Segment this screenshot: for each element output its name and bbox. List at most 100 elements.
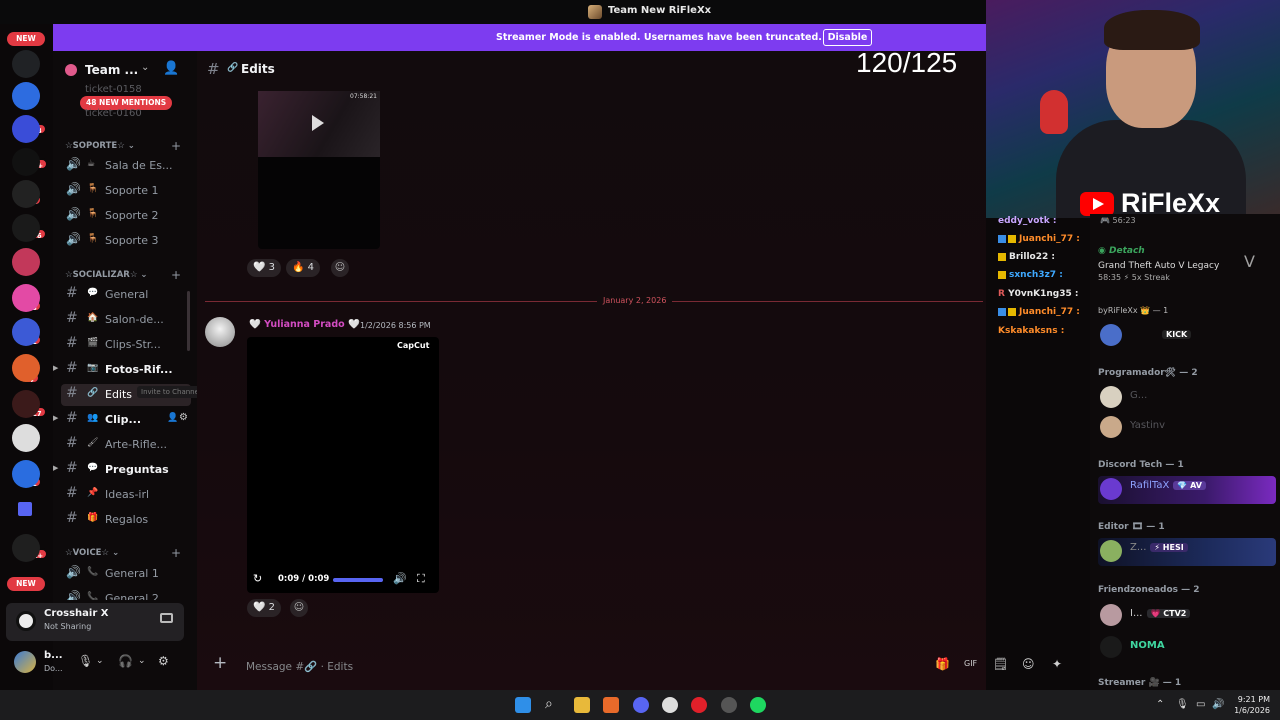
emoji-icon[interactable]: ☺ xyxy=(1022,657,1035,671)
text-channel-clips[interactable]: ▶ # 👥 Clip... 👤 ⚙ xyxy=(53,409,191,431)
chevron-down-icon[interactable]: ⌄ xyxy=(96,656,104,666)
server-icon-12[interactable] xyxy=(12,424,40,452)
add-channel-icon[interactable]: + xyxy=(171,546,181,560)
replay-icon[interactable]: ↻ xyxy=(253,572,262,585)
add-reaction-icon[interactable]: ☺ xyxy=(290,599,308,617)
voice-channel-general-1[interactable]: 🔊 📞 General 1 xyxy=(61,563,191,585)
gear-icon[interactable]: ⚙ xyxy=(179,412,188,423)
server-icon-2[interactable] xyxy=(12,82,40,110)
screen-share-icon[interactable] xyxy=(160,613,173,623)
server-icon-14[interactable] xyxy=(12,534,40,562)
volume-slider[interactable] xyxy=(333,578,383,582)
member-row[interactable]: Yastinv xyxy=(1098,414,1276,442)
chevron-down-icon[interactable]: ⌄ xyxy=(138,656,146,666)
play-icon[interactable] xyxy=(312,115,324,131)
category-voice[interactable]: ☆VOICE☆ ⌄ + xyxy=(65,546,181,560)
apps-icon[interactable]: ✦ xyxy=(1052,657,1062,671)
server-icon-8[interactable] xyxy=(12,284,40,312)
voice-channel-general-2[interactable]: 🔊 📞 General 2 xyxy=(61,588,191,600)
text-channel-general[interactable]: # 💬 General xyxy=(61,284,191,306)
app-icon[interactable] xyxy=(603,697,619,713)
text-channel-fotos[interactable]: ▶ # 📷 Fotos-Rif... xyxy=(53,359,191,381)
server-icon-11[interactable] xyxy=(12,390,40,418)
system-clock[interactable]: 9:21 PM 1/6/2026 xyxy=(1226,694,1270,716)
server-icon-4[interactable] xyxy=(12,148,40,176)
folder-icon[interactable] xyxy=(18,502,32,516)
voice-channel[interactable]: 🔊 ☕ Sala de Es... xyxy=(61,155,191,177)
server-icon-13[interactable] xyxy=(12,460,40,488)
server-icon-1[interactable] xyxy=(12,50,40,78)
fullscreen-icon[interactable]: ⛶ xyxy=(417,572,425,586)
add-reaction-icon[interactable]: ☺ xyxy=(331,259,349,277)
avatar[interactable] xyxy=(205,317,235,347)
add-channel-icon[interactable]: + xyxy=(171,139,181,153)
message-author[interactable]: 🤍 Yulianna Prado 🤍 xyxy=(249,319,360,330)
video-attachment[interactable]: 07:58:21 xyxy=(258,91,380,249)
member-row[interactable]: I... 💗 CTV2 xyxy=(1098,602,1276,630)
expand-arrow-icon[interactable]: ▶ xyxy=(53,364,58,372)
microphone-icon[interactable]: 🎙 xyxy=(78,654,93,668)
voice-channel[interactable]: 🔊 🪑 Soporte 3 xyxy=(61,230,191,252)
category-socializar[interactable]: ☆SOCIALIZAR☆ ⌄ + xyxy=(65,268,181,282)
expand-arrow-icon[interactable]: ▶ xyxy=(53,414,58,422)
start-icon[interactable] xyxy=(515,697,531,713)
text-channel-ideas[interactable]: # 📌 Ideas-irl xyxy=(61,484,191,506)
text-channel-clips-stream[interactable]: # 🎬 Clips-Str... xyxy=(61,334,191,356)
app-icon[interactable] xyxy=(662,697,678,713)
member-row[interactable]: G... xyxy=(1098,384,1276,412)
gear-icon[interactable]: ⚙ xyxy=(158,654,169,668)
message-input[interactable]: Message #🔗 · Edits xyxy=(246,660,353,673)
expand-arrow-icon[interactable]: ▶ xyxy=(53,464,58,472)
member-row[interactable]: Z... ⚡ HESI xyxy=(1098,538,1276,566)
disable-button[interactable]: Disable xyxy=(823,29,872,46)
server-icon-5[interactable] xyxy=(12,180,40,208)
text-channel-salon[interactable]: # 🏠 Salon-de... xyxy=(61,309,191,331)
category-soporte[interactable]: ☆SOPORTE☆ ⌄ + xyxy=(65,139,181,153)
invite-icon[interactable]: 👤 xyxy=(163,61,179,76)
reaction-fire[interactable]: 🔥 4 xyxy=(286,259,321,277)
volume-icon[interactable]: 🔊 xyxy=(393,572,407,585)
microphone-icon[interactable]: 🎙 xyxy=(1176,699,1189,710)
search-icon[interactable]: ⌕ xyxy=(545,696,553,712)
reaction-heart[interactable]: 🤍 2 xyxy=(247,599,282,617)
file-explorer-icon[interactable] xyxy=(574,697,590,713)
avatar[interactable] xyxy=(14,651,36,673)
voice-channel[interactable]: 🔊 🪑 Soporte 1 xyxy=(61,180,191,202)
text-channel-preguntas[interactable]: ▶ # 💬 Preguntas xyxy=(53,459,191,481)
server-icon-9[interactable] xyxy=(12,318,40,346)
gif-icon[interactable]: GIF xyxy=(964,659,977,668)
reaction-heart[interactable]: 🤍 3 xyxy=(247,259,282,277)
member-row[interactable]: KICK xyxy=(1098,322,1276,350)
text-channel-regalos[interactable]: # 🎁 Regalos xyxy=(61,509,191,531)
server-icon-7[interactable] xyxy=(12,248,40,276)
message-composer[interactable]: + Message #🔗 · Edits 🎁 GIF 🗒 ☺ ✦ xyxy=(207,647,1082,683)
app-icon[interactable] xyxy=(721,697,737,713)
discord-icon[interactable] xyxy=(633,697,649,713)
headphones-icon[interactable]: 🎧 xyxy=(118,654,133,668)
monitor-icon[interactable]: ▭ xyxy=(1196,699,1205,710)
spotify-icon[interactable] xyxy=(750,697,766,713)
voice-channel[interactable]: 🔊 🪑 Soporte 2 xyxy=(61,205,191,227)
activity-user[interactable]: ◉ Detach xyxy=(1098,246,1145,256)
chevron-down-icon[interactable]: ⌄ xyxy=(141,62,149,73)
text-channel-arte[interactable]: # 🖌 Arte-Rifle... xyxy=(61,434,191,456)
guild-header[interactable]: Team ... ⌄ 👤 xyxy=(53,51,197,87)
server-icon-6[interactable] xyxy=(12,214,40,242)
video-player[interactable]: CapCut ↻ 0:09 / 0:09 🔊 ⛶ xyxy=(247,337,439,593)
sticker-icon[interactable]: 🗒 xyxy=(993,657,1008,671)
channel-faded[interactable]: ticket-0158 xyxy=(85,84,142,95)
add-channel-icon[interactable]: + xyxy=(171,268,181,282)
chevron-up-icon[interactable]: ⌃ xyxy=(1156,699,1164,710)
channel-faded[interactable]: ticket-0160 xyxy=(85,108,142,119)
volume-icon[interactable]: 🔊 xyxy=(1212,699,1224,710)
server-icon-3[interactable] xyxy=(12,115,40,143)
opera-icon[interactable] xyxy=(691,697,707,713)
member-row[interactable]: NOMA xyxy=(1098,634,1276,662)
activity-panel[interactable]: Crosshair X Not Sharing xyxy=(6,603,184,641)
gift-icon[interactable]: 🎁 xyxy=(935,657,950,671)
text-channel-edits[interactable]: # 🔗 Edits Invite to Channel xyxy=(61,384,205,406)
invite-icon[interactable]: 👤 xyxy=(167,413,178,423)
member-row[interactable]: RafilTaX 💎 AV xyxy=(1098,476,1276,504)
attach-plus-icon[interactable]: + xyxy=(213,653,227,673)
server-icon-10[interactable] xyxy=(12,354,40,382)
